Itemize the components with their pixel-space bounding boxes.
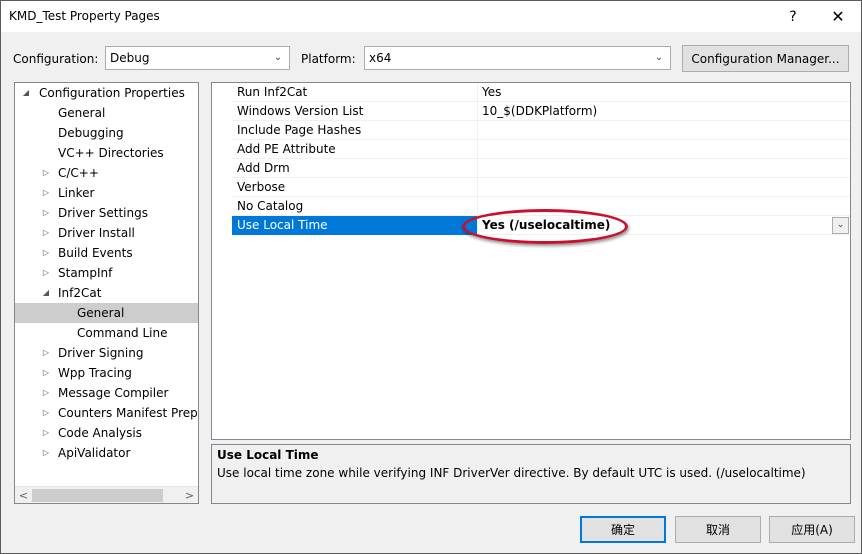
grid-row-add-drm[interactable]: Add Drm — [232, 159, 850, 178]
cancel-button[interactable]: 取消 — [675, 516, 761, 543]
tree-item-label: Driver Install — [58, 226, 135, 240]
chevron-down-icon: ⌄ — [654, 52, 664, 63]
tree-horizontal-scrollbar[interactable]: < > — [15, 486, 198, 503]
title-bar: KMD_Test Property Pages ? ✕ — [1, 1, 861, 32]
scroll-left-icon[interactable]: < — [15, 487, 32, 503]
scrollbar-thumb[interactable] — [32, 489, 163, 502]
close-button[interactable]: ✕ — [816, 1, 860, 32]
expand-icon[interactable]: ▷ — [41, 363, 51, 383]
expand-icon[interactable]: ▷ — [41, 263, 51, 283]
property-name: Verbose — [232, 178, 478, 197]
grid-row-use-local-time[interactable]: Use Local Time Yes (/uselocaltime) ⌄ — [232, 216, 850, 235]
scroll-right-icon[interactable]: > — [181, 487, 198, 503]
tree-item-label: Debugging — [58, 126, 124, 140]
expand-icon[interactable]: ▷ — [41, 403, 51, 423]
configuration-manager-button[interactable]: Configuration Manager... — [682, 45, 849, 72]
tree-item-message-compiler[interactable]: ▷ Message Compiler — [15, 383, 198, 403]
property-tree[interactable]: ◢ Configuration Properties General Debug… — [14, 82, 199, 504]
configuration-value: Debug — [110, 51, 150, 65]
description-title: Use Local Time — [217, 448, 319, 462]
property-value[interactable]: Yes — [482, 83, 501, 102]
tree-item-debugging[interactable]: Debugging — [15, 123, 198, 143]
property-value[interactable]: Yes (/uselocaltime) — [482, 216, 610, 235]
help-button[interactable]: ? — [771, 1, 815, 32]
platform-label: Platform: — [301, 52, 356, 66]
property-name: Add Drm — [232, 159, 478, 178]
property-grid: Run Inf2Cat Yes Windows Version List 10_… — [211, 82, 851, 440]
tree-item-label: StampInf — [58, 266, 113, 280]
tree-item-label: Command Line — [77, 326, 168, 340]
tree-item-label: C/C++ — [58, 166, 99, 180]
tree-item-label: Counters Manifest Prepr — [58, 406, 198, 420]
tree-item-linker[interactable]: ▷ Linker — [15, 183, 198, 203]
expand-icon[interactable]: ▷ — [41, 423, 51, 443]
grid-margin — [212, 83, 232, 439]
expand-icon[interactable]: ▷ — [41, 223, 51, 243]
property-pages-dialog: KMD_Test Property Pages ? ✕ Configuratio… — [0, 0, 862, 554]
tree-item-label: Build Events — [58, 246, 133, 260]
ok-button[interactable]: 确定 — [580, 516, 666, 543]
tree-item-label: Driver Signing — [58, 346, 144, 360]
expand-icon[interactable]: ▷ — [41, 183, 51, 203]
tree-item-c-cpp[interactable]: ▷ C/C++ — [15, 163, 198, 183]
tree-item-configuration-properties[interactable]: ◢ Configuration Properties — [15, 83, 198, 103]
tree-item-label: Linker — [58, 186, 95, 200]
property-name: Include Page Hashes — [232, 121, 478, 140]
tree-item-label: Driver Settings — [58, 206, 148, 220]
platform-dropdown[interactable]: x64 ⌄ — [364, 46, 671, 70]
tree-item-vc-directories[interactable]: VC++ Directories — [15, 143, 198, 163]
configuration-label: Configuration: — [13, 52, 99, 66]
tree-item-inf2cat[interactable]: ◢ Inf2Cat — [15, 283, 198, 303]
tree-item-label: Code Analysis — [58, 426, 142, 440]
tree-item-stampinf[interactable]: ▷ StampInf — [15, 263, 198, 283]
tree-item-apivalidator[interactable]: ▷ ApiValidator — [15, 443, 198, 463]
tree-item-driver-signing[interactable]: ▷ Driver Signing — [15, 343, 198, 363]
collapse-icon[interactable]: ◢ — [41, 283, 51, 303]
grid-row-add-pe-attribute[interactable]: Add PE Attribute — [232, 140, 850, 159]
tree-item-general[interactable]: General — [15, 103, 198, 123]
tree-item-driver-install[interactable]: ▷ Driver Install — [15, 223, 198, 243]
grid-row-include-page-hashes[interactable]: Include Page Hashes — [232, 121, 850, 140]
tree-item-label: Inf2Cat — [58, 286, 102, 300]
chevron-down-icon[interactable]: ⌄ — [832, 217, 849, 234]
chevron-down-icon: ⌄ — [273, 52, 283, 63]
tree-item-driver-settings[interactable]: ▷ Driver Settings — [15, 203, 198, 223]
grid-row-windows-version-list[interactable]: Windows Version List 10_$(DDKPlatform) — [232, 102, 850, 121]
platform-value: x64 — [369, 51, 392, 65]
tree-item-counters-manifest[interactable]: ▷ Counters Manifest Prepr — [15, 403, 198, 423]
property-name: Use Local Time — [232, 216, 478, 235]
expand-icon[interactable]: ▷ — [41, 343, 51, 363]
tree-item-label: General — [58, 106, 106, 120]
description-panel: Use Local Time Use local time zone while… — [211, 444, 851, 504]
property-name: Run Inf2Cat — [232, 83, 478, 102]
tree-item-code-analysis[interactable]: ▷ Code Analysis — [15, 423, 198, 443]
expand-icon[interactable]: ▷ — [41, 383, 51, 403]
tree-item-wpp-tracing[interactable]: ▷ Wpp Tracing — [15, 363, 198, 383]
tree-item-label: Configuration Properties — [39, 86, 185, 100]
tree-item-build-events[interactable]: ▷ Build Events — [15, 243, 198, 263]
tree-item-inf2cat-command-line[interactable]: Command Line — [15, 323, 198, 343]
grid-row-no-catalog[interactable]: No Catalog — [232, 197, 850, 216]
tree-item-label: Wpp Tracing — [58, 366, 132, 380]
property-value[interactable]: 10_$(DDKPlatform) — [482, 102, 597, 121]
apply-button[interactable]: 应用(A) — [769, 516, 855, 543]
property-name: Windows Version List — [232, 102, 478, 121]
collapse-icon[interactable]: ◢ — [21, 83, 31, 103]
grid-row-verbose[interactable]: Verbose — [232, 178, 850, 197]
description-text: Use local time zone while verifying INF … — [217, 466, 806, 480]
expand-icon[interactable]: ▷ — [41, 443, 51, 463]
expand-icon[interactable]: ▷ — [41, 203, 51, 223]
window-title: KMD_Test Property Pages — [9, 9, 160, 23]
expand-icon[interactable]: ▷ — [41, 163, 51, 183]
tree-item-label: General — [77, 306, 125, 320]
property-name: Add PE Attribute — [232, 140, 478, 159]
configuration-dropdown[interactable]: Debug ⌄ — [105, 46, 290, 70]
tree-item-label: VC++ Directories — [58, 146, 164, 160]
expand-icon[interactable]: ▷ — [41, 243, 51, 263]
tree-item-inf2cat-general[interactable]: General — [15, 303, 198, 323]
grid-row-run-inf2cat[interactable]: Run Inf2Cat Yes — [232, 83, 850, 102]
tree-item-label: ApiValidator — [58, 446, 131, 460]
property-name: No Catalog — [232, 197, 478, 216]
tree-item-label: Message Compiler — [58, 386, 169, 400]
